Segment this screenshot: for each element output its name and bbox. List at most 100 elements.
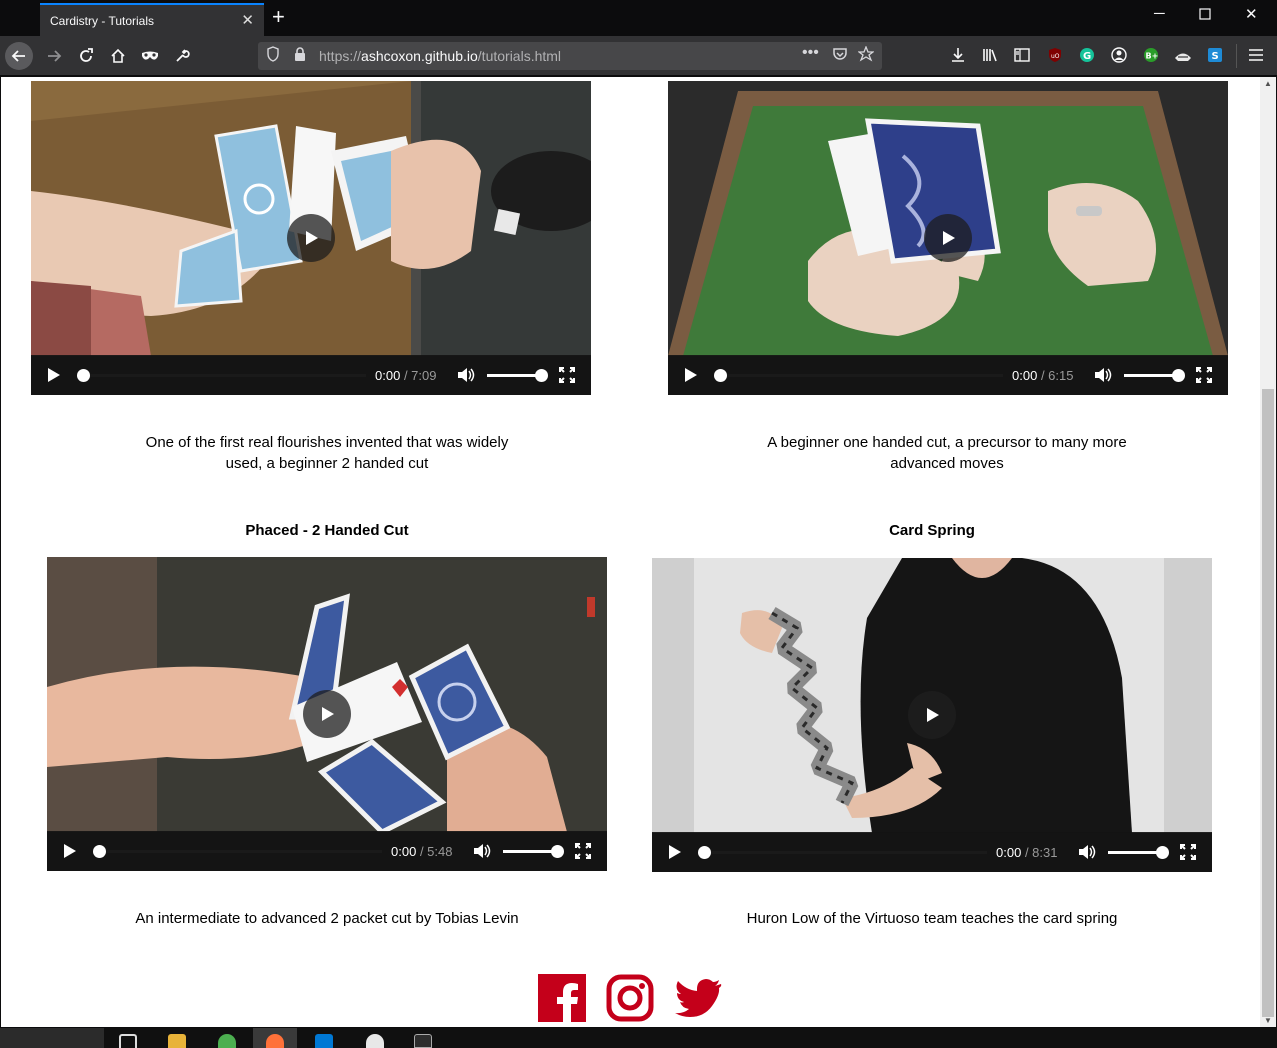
svg-text:S: S [1212,51,1219,62]
forward-arrow-icon[interactable] [40,42,68,70]
video-player[interactable]: 0:00 / 8:31 [652,558,1212,872]
hamburger-menu-icon[interactable] [1246,45,1266,65]
volume-icon[interactable] [1094,366,1112,384]
sidebar-icon[interactable] [1012,45,1032,65]
vscode-icon[interactable] [315,1034,333,1048]
svg-text:G: G [1083,51,1091,62]
slack-icon[interactable] [366,1034,384,1048]
scroll-up-arrow-icon[interactable]: ▲ [1264,79,1272,88]
time-current: 0:00 [375,368,401,383]
fullscreen-icon[interactable] [575,843,591,859]
time-duration: / 8:31 [1024,845,1058,860]
scroll-down-arrow-icon[interactable]: ▼ [1264,1016,1272,1025]
bookmark-star-icon[interactable] [857,45,875,65]
lock-icon[interactable] [294,46,306,65]
close-tab-icon[interactable]: ✕ [241,11,254,29]
messenger-app-icon[interactable] [218,1034,236,1048]
url-bar[interactable]: https://ashcoxon.github.io/tutorials.htm… [258,42,882,70]
play-overlay-button[interactable] [303,690,351,738]
time-current: 0:00 [1012,368,1038,383]
library-icon[interactable] [980,45,1000,65]
video-player[interactable]: 0:00 / 5:48 [47,557,607,871]
browser-tab[interactable]: Cardistry - Tutorials ✕ [40,3,264,36]
instagram-icon[interactable] [606,974,654,1022]
play-overlay-button[interactable] [924,214,972,262]
play-icon[interactable] [668,844,682,860]
time-duration: / 7:09 [403,368,437,383]
page-actions-icon[interactable]: ••• [802,44,819,62]
home-icon[interactable] [104,42,132,70]
play-icon[interactable] [63,843,77,859]
downloads-icon[interactable] [948,45,968,65]
video-controls: 0:00 / 7:09 [31,355,591,395]
shield-icon[interactable] [266,46,280,65]
play-overlay-button[interactable] [287,214,335,262]
vertical-scrollbar[interactable]: ▲ ▼ [1260,77,1276,1027]
progress-knob[interactable] [698,846,711,859]
volume-slider[interactable] [1108,846,1169,859]
video-player[interactable]: 0:00 / 6:15 [668,81,1228,395]
betterttv-icon[interactable]: B+ [1141,45,1161,65]
video-title: Phaced - 2 Handed Cut [245,522,409,539]
facebook-icon[interactable] [538,974,586,1022]
play-icon [322,707,334,721]
scrollbar-thumb[interactable] [1262,389,1274,1017]
file-explorer-icon[interactable] [168,1034,186,1048]
fullscreen-icon[interactable] [559,367,575,383]
play-icon[interactable] [47,367,61,383]
terminal-icon[interactable] [414,1034,432,1048]
video-player[interactable]: 0:00 / 7:09 [31,81,591,395]
video-description: An intermediate to advanced 2 packet cut… [135,910,519,927]
video-description: Huron Low of the Virtuoso team teaches t… [746,910,1118,927]
fullscreen-icon[interactable] [1196,367,1212,383]
volume-knob[interactable] [1172,369,1185,382]
video-controls: 0:00 / 6:15 [668,355,1228,395]
new-tab-icon[interactable]: + [272,4,285,30]
url-text: https://ashcoxon.github.io/tutorials.htm… [319,48,561,64]
progress-slider[interactable] [77,369,366,382]
private-mask-icon[interactable] [136,42,164,70]
ublock-icon[interactable]: uO [1045,45,1065,65]
progress-knob[interactable] [93,845,106,858]
time-duration: / 6:15 [1040,368,1074,383]
wrench-icon[interactable] [168,42,196,70]
skype-extension-icon[interactable]: S [1205,45,1225,65]
volume-icon[interactable] [473,842,491,860]
video-controls: 0:00 / 5:48 [47,831,607,871]
play-icon[interactable] [684,367,698,383]
progress-knob[interactable] [714,369,727,382]
video-controls: 0:00 / 8:31 [652,832,1212,872]
volume-slider[interactable] [503,845,564,858]
volume-knob[interactable] [1156,846,1169,859]
volume-slider[interactable] [487,369,548,382]
volume-knob[interactable] [535,369,548,382]
taskbar-search-box[interactable] [0,1028,104,1048]
progress-knob[interactable] [77,369,90,382]
reload-icon[interactable] [72,42,100,70]
back-arrow-icon[interactable] [5,42,33,70]
volume-icon[interactable] [457,366,475,384]
navigation-toolbar: https://ashcoxon.github.io/tutorials.htm… [0,36,1277,76]
pocket-icon[interactable] [832,46,848,65]
volume-knob[interactable] [551,845,564,858]
account-icon[interactable] [1109,45,1129,65]
progress-slider[interactable] [714,369,1003,382]
tab-bar: Cardistry - Tutorials ✕ + ─ ✕ [0,0,1277,36]
progress-slider[interactable] [698,846,987,859]
video-description: A beginner one handed cut, a precursor t… [767,434,1127,472]
fullscreen-icon[interactable] [1180,844,1196,860]
svg-text:B+: B+ [1146,52,1159,61]
maximize-icon[interactable] [1199,7,1211,24]
play-overlay-button[interactable] [908,691,956,739]
firefox-icon[interactable] [266,1034,284,1048]
progress-slider[interactable] [93,845,382,858]
grammarly-icon[interactable]: G [1077,45,1097,65]
close-window-icon[interactable]: ✕ [1245,5,1258,23]
task-view-icon[interactable] [119,1034,137,1048]
twitter-icon[interactable] [674,974,722,1022]
volume-slider[interactable] [1124,369,1185,382]
extension-hat-icon[interactable] [1173,45,1193,65]
time-current: 0:00 [391,844,417,859]
volume-icon[interactable] [1078,843,1096,861]
minimize-icon[interactable]: ─ [1154,5,1165,22]
